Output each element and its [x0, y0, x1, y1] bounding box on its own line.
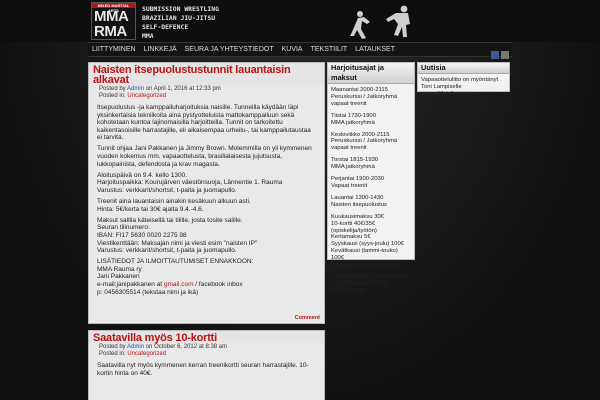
- text-line: Peruskurssi / Jatkoryhmä vapaat treenit: [331, 93, 398, 107]
- post-title[interactable]: Naisten itsepuolustustunnit lauantaisin …: [89, 63, 324, 86]
- site-header: MIXED MARTIAL ARTS MMA RMA SUBMISSION WR…: [0, 0, 600, 42]
- text-line: Kesäkausi (kesä-elo) 40€: [331, 262, 398, 269]
- nav-item-seura[interactable]: SEURA JA YHTEYSTIEDOT: [181, 43, 278, 56]
- main-navigation: LIITTYMINEN LINKKEJÄ SEURA JA YHTEYSTIED…: [88, 42, 512, 59]
- text-line: (opiskelija/työtön): [331, 227, 377, 234]
- widget-content: Maanantai 2000-2115 Peruskurssi / Jatkory…: [328, 84, 414, 303]
- email-prefix: e-mail:janipakkanen at: [97, 280, 164, 288]
- meta-in: Posted in:: [99, 93, 126, 99]
- text-line: MMA Rauma ry: [97, 265, 142, 273]
- text-line: LISÄTIEDOT JA ILMOITTAUTUMISET ENNAKKOON…: [97, 258, 254, 266]
- text-line: Hinta: 5€/kerta tai 30€ ajalta 9.4.-4.6.: [97, 205, 204, 213]
- post-paragraph: Treenit aina lauantaisin ainakin kesäkuu…: [97, 198, 316, 213]
- post-paragraph: LISÄTIEDOT JA ILMOITTAUTUMISET ENNAKKOON…: [97, 258, 316, 296]
- text-line: Maanantai 2000-2115: [331, 87, 388, 93]
- text-line: Keskiviikko 2000-2115: [331, 131, 390, 138]
- news-widget: Uutisia Vapaaottelulitto on myöntänyt To…: [417, 62, 510, 97]
- logo-line-2: RMA: [94, 23, 127, 40]
- text-line: Lauantai 1300-1430: [331, 194, 384, 201]
- schedule-block: Keskiviikko 2000-2115 Peruskurssi / Jatko…: [331, 132, 411, 153]
- post-category-link[interactable]: Uncategorized: [127, 93, 166, 99]
- post-date: April 1, 2016 at 12:33 pm: [153, 86, 221, 92]
- text-line: Perjantai 1900-2030: [331, 176, 385, 183]
- schedule-block: Lauantai 1300-1430 Naisten itsepuolustus: [331, 195, 411, 209]
- tagline-line: SELF-DEFENCE: [142, 23, 189, 31]
- text-line: MMA jatkoryhmä: [331, 119, 375, 126]
- site-tagline: SUBMISSION WRESTLING BRAZILIAN JIU-JITSU…: [142, 5, 219, 41]
- post-author-link[interactable]: Admin: [127, 86, 144, 92]
- text-line: Maksut sallila käteisellä tai tilille, j…: [97, 216, 243, 224]
- schedule-block: Perjantai 1900-2030 Vapaat treenit: [331, 176, 411, 190]
- logo-line-1: MMA: [94, 8, 129, 25]
- facebook-icon[interactable]: [491, 51, 499, 59]
- news-text: Vapaaottelulitto on myöntänyt Toni Lampi…: [421, 77, 499, 97]
- email-link[interactable]: gmail.com: [164, 281, 194, 288]
- text-line: Kertamaksu 5€: [331, 234, 371, 241]
- post-paragraph: Saatavilla nyt myös kymmenen kerran tree…: [97, 362, 309, 377]
- nav-item-linkkeja[interactable]: LINKKEJÄ: [140, 43, 181, 56]
- text-line: Seuran tilinumero:: [97, 224, 150, 232]
- schedule-block: Maanantai 2000-2115 Peruskurssi / Jatkory…: [331, 87, 411, 108]
- site-logo[interactable]: MIXED MARTIAL ARTS MMA RMA: [91, 2, 136, 40]
- text-line: Syyskausi (syys-joulu) 100€: [331, 241, 405, 248]
- text-line: Tiistai 1730-1900: [331, 112, 376, 119]
- nav-item-liittyminen[interactable]: LIITTYMINEN: [88, 43, 140, 56]
- post-meta: Posted by Admin on October 6, 2012 at 8:…: [89, 343, 324, 358]
- rss-icon[interactable]: [501, 51, 509, 59]
- post-body: Itsepuolustus -ja kamppailuharjoituksia …: [89, 100, 324, 296]
- training-hours-widget: Harjoitusajat ja maksut Maanantai 2000-2…: [327, 62, 415, 294]
- text-line: Naisten itsepuolustus: [331, 201, 387, 208]
- email-suffix: / facebook inbox: [193, 280, 243, 288]
- text-line: Varustus: verkkarit/shortsit, t-paita ja…: [97, 186, 237, 194]
- post-category-link[interactable]: Uncategorized: [127, 351, 166, 357]
- schedule-block: Tiistai 1730-1900 MMA jatkoryhmä: [331, 113, 411, 127]
- meta-by: Posted by: [99, 86, 126, 92]
- nav-item-tekstiilit[interactable]: TEKSTIILIT: [307, 43, 352, 56]
- tagline-line: SUBMISSION WRESTLING: [142, 5, 219, 13]
- comment-link[interactable]: Comment: [295, 315, 320, 321]
- post-meta: Posted by Admin on April 1, 2016 at 12:3…: [89, 85, 324, 100]
- meta-on: on: [145, 86, 153, 92]
- text-line: IBAN: FI17 5630 0020 2275 98: [97, 231, 187, 239]
- price-block: Kuukausimaksu 30€ 10-kortti 40€/35€ (opi…: [331, 214, 411, 269]
- tagline-line: MMA: [142, 32, 154, 40]
- widget-title: Harjoitusajat ja maksut: [328, 63, 414, 84]
- text-line: Treenit aina lauantaisin ainakin kesäkuu…: [97, 198, 251, 206]
- text-line: Peruskurssi / Jatkoryhmä vapaat treenit: [331, 138, 398, 152]
- post-paragraph: Tunnit ohjaa Jani Pakkanen ja Jimmy Brow…: [97, 145, 312, 168]
- post-body: Saatavilla nyt myös kymmenen kerran tree…: [89, 358, 324, 377]
- blog-post: Saatavilla myös 10-kortti Posted by Admi…: [88, 330, 325, 400]
- tagline-line: BRAZILIAN JIU-JITSU: [142, 14, 216, 22]
- meta-on: on: [145, 344, 153, 350]
- post-paragraph: Itsepuolustus -ja kamppailuharjoituksia …: [97, 104, 311, 142]
- post-date: October 6, 2012 at 8:38 am: [154, 344, 228, 350]
- text-line: Aloituspäivä on 9.4. kello 1300.: [97, 171, 187, 179]
- text-line: Torstai 1815-1930: [331, 157, 379, 164]
- widget-title: Uutisia: [418, 63, 509, 74]
- phone-line: p: 0456305514 (tekstaa nimi ja ikä): [97, 288, 199, 296]
- post-title[interactable]: Saatavilla myös 10-kortti: [89, 331, 324, 344]
- text-line: Vapaat treenit: [331, 182, 368, 189]
- schedule-block: Torstai 1815-1930 MMA jatkoryhmä: [331, 157, 411, 171]
- text-line: Kuukausimaksu 30€: [331, 213, 385, 220]
- post-paragraph: Maksut sallila käteisellä tai tilille, j…: [97, 217, 316, 255]
- text-line: Jani Pakkanen: [97, 273, 140, 281]
- text-line: Viestikenttään: Maksajan nimi ja viesti …: [97, 239, 258, 247]
- post-author-link[interactable]: Admin: [127, 344, 144, 350]
- text-line: Varustus: verkkarit/shortsit, t-paita ja…: [97, 247, 237, 255]
- nav-item-lataukset[interactable]: LATAUKSET: [351, 43, 399, 56]
- post-paragraph: Aloituspäivä on 9.4. kello 1300. Harjoit…: [97, 172, 316, 195]
- fighters-silhouette-icon: [350, 5, 410, 39]
- text-line: 10-kortti 40€/35€: [331, 220, 376, 227]
- nav-item-kuvia[interactable]: KUVIA: [278, 43, 307, 56]
- blog-post: Naisten itsepuolustustunnit lauantaisin …: [88, 62, 325, 324]
- text-line: MMA jatkoryhmä: [331, 164, 375, 171]
- text-line: Harjoituspaikka: Kourujärven väestönsuoj…: [97, 179, 283, 187]
- meta-in: Posted in:: [99, 351, 126, 357]
- text-line: Kevätkausi (tammi-touko) 100€: [331, 248, 398, 262]
- visitor-note: SATUNNAISET VIERAILIJAT MUISTA SEUROISTA…: [331, 273, 408, 294]
- meta-by: Posted by: [99, 344, 126, 350]
